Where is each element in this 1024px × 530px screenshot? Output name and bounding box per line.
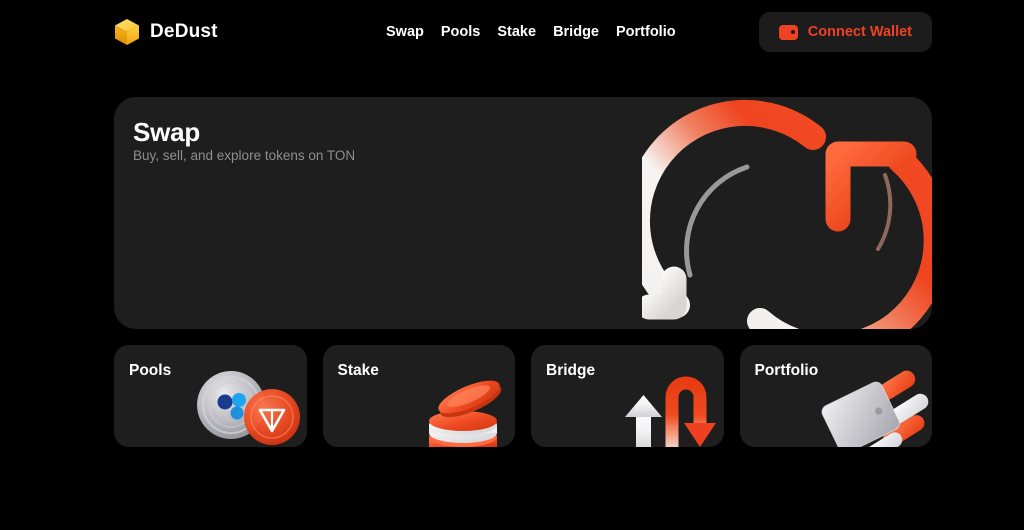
app-root: DeDust Swap Pools Stake Bridge Portfolio…: [0, 0, 1024, 530]
portfolio-card-icon: [821, 370, 929, 447]
tile-pools[interactable]: Pools: [114, 345, 307, 447]
tile-stake[interactable]: Stake: [322, 345, 515, 447]
site-header: DeDust Swap Pools Stake Bridge Portfolio…: [0, 0, 1024, 64]
nav-item-bridge[interactable]: Bridge: [553, 24, 599, 40]
tile-title-pools: Pools: [129, 362, 172, 379]
bridge-arrows-icon: [624, 376, 716, 447]
hero-subtitle: Buy, sell, and explore tokens on TON: [133, 148, 356, 163]
tile-title-portfolio: Portfolio: [754, 362, 819, 379]
circular-swap-arrows-illustration: [642, 99, 932, 329]
feature-tiles: Pools Stake Bridge Portfolio: [114, 345, 932, 447]
nav-item-portfolio[interactable]: Portfolio: [616, 24, 676, 40]
nav-item-swap[interactable]: Swap: [386, 24, 424, 40]
connect-wallet-button[interactable]: Connect Wallet: [758, 12, 932, 52]
tile-portfolio[interactable]: Portfolio: [739, 345, 932, 447]
pools-coins-icon: [196, 371, 300, 445]
tile-title-bridge: Bridge: [546, 362, 596, 379]
nav-item-stake[interactable]: Stake: [497, 24, 536, 40]
gold-cube-icon: [115, 19, 139, 45]
brand-name: DeDust: [150, 21, 218, 42]
stake-coins-icon: [429, 380, 502, 447]
main-nav: Swap Pools Stake Bridge Portfolio: [386, 24, 676, 40]
swap-hero-card[interactable]: Swap Buy, sell, and explore tokens on TO…: [114, 97, 932, 329]
hero-title: Swap: [133, 117, 201, 147]
connect-wallet-label: Connect Wallet: [807, 24, 912, 40]
wallet-icon: [778, 24, 798, 40]
tile-title-stake: Stake: [337, 362, 379, 379]
nav-item-pools[interactable]: Pools: [441, 24, 480, 40]
tile-bridge[interactable]: Bridge: [531, 345, 724, 447]
brand-logo[interactable]: DeDust: [114, 18, 218, 46]
